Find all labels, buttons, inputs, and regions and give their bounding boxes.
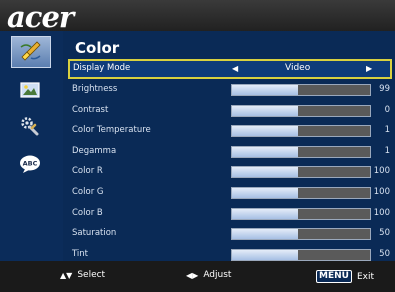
- slider-bar[interactable]: [231, 166, 371, 179]
- slider-fill: [232, 229, 299, 240]
- slider-fill: [232, 208, 299, 219]
- sidebar-item-color[interactable]: [11, 36, 51, 68]
- menu-row-label: Color G: [72, 187, 104, 197]
- acer-logo: acer: [7, 0, 74, 34]
- menu-row[interactable]: Contrast 0: [68, 101, 392, 121]
- language-abc-icon: ABC: [19, 154, 41, 178]
- menu-row-value: 100: [373, 187, 390, 197]
- menu-row-label: Contrast: [72, 104, 109, 115]
- adjust-hint: Adjust: [203, 270, 232, 280]
- menu-row-label: Color Temperature: [72, 125, 151, 136]
- slider-bar[interactable]: [231, 187, 371, 199]
- slider-bar[interactable]: [231, 228, 371, 241]
- slider-fill: [232, 146, 299, 157]
- menu-row-value: 99: [379, 84, 390, 94]
- menu-row-value: 50: [379, 248, 390, 259]
- menu-row[interactable]: Degamma 1: [68, 142, 392, 162]
- select-hint: Select: [77, 270, 106, 280]
- menu-key-icon: MENU: [316, 270, 352, 283]
- slider-bar[interactable]: [231, 125, 371, 138]
- menu-row-label: Brightness: [72, 84, 118, 94]
- sidebar-item-management[interactable]: [11, 113, 49, 143]
- menu-row-value: 1: [384, 125, 390, 136]
- menu-row-label: Tint: [72, 248, 89, 259]
- sidebar-item-language[interactable]: ABC: [11, 151, 49, 181]
- menu-row[interactable]: Color Temperature 1: [68, 121, 392, 141]
- display-mode-value: Video: [285, 63, 311, 73]
- menu-row[interactable]: Color G 100: [68, 183, 392, 203]
- slider-bar[interactable]: [231, 207, 371, 220]
- display-mode-label: Display Mode: [73, 63, 131, 73]
- menu-row-label: Color R: [72, 166, 103, 177]
- slider-bar[interactable]: [231, 248, 371, 261]
- osd-main-panel: Color Display Mode ◀ Video ▶ Brightness 9…: [63, 31, 395, 261]
- osd-sidebar: ABC: [0, 31, 63, 261]
- slider-bar[interactable]: [231, 84, 371, 96]
- menu-row[interactable]: Color R 100: [68, 162, 392, 182]
- menu-row-value: 50: [379, 228, 390, 239]
- osd-footer: ▲▼ Select ◀▶ Adjust MENU Exit: [0, 261, 395, 292]
- menu-row[interactable]: Color B 100: [68, 204, 392, 224]
- slider-fill: [232, 249, 299, 260]
- color-pen-icon: [19, 39, 43, 65]
- left-right-arrows-icon: ◀▶: [186, 270, 199, 280]
- menu-row-label: Degamma: [72, 145, 117, 156]
- settings-tools-icon: [19, 115, 41, 141]
- menu-title: Color: [75, 39, 120, 57]
- slider-bar[interactable]: [231, 104, 371, 117]
- sidebar-item-image[interactable]: [11, 77, 49, 107]
- slider-bar[interactable]: [231, 145, 371, 158]
- display-mode-row[interactable]: Display Mode ◀ Video ▶: [68, 59, 392, 79]
- exit-hint: Exit: [356, 271, 374, 282]
- image-icon: [20, 82, 40, 102]
- menu-row-label: Color B: [72, 207, 103, 218]
- menu-row-value: 1: [384, 145, 390, 156]
- up-down-arrows-icon: ▲▼: [60, 270, 73, 280]
- menu-row-value: 100: [373, 166, 390, 177]
- arrow-right-icon[interactable]: ▶: [366, 64, 372, 73]
- slider-fill: [232, 105, 299, 116]
- menu-row[interactable]: Brightness 99: [68, 80, 392, 100]
- menu-row-value: 100: [373, 207, 390, 218]
- projector-osd: acer ABC Color Display Mode ◀ Video ▶ Br…: [0, 0, 395, 292]
- arrow-left-icon[interactable]: ◀: [232, 64, 238, 73]
- slider-fill: [232, 126, 299, 137]
- slider-fill: [232, 167, 299, 178]
- menu-row-value: 0: [384, 104, 390, 115]
- menu-row-label: Saturation: [72, 228, 117, 239]
- slider-fill: [232, 85, 299, 95]
- svg-text:ABC: ABC: [23, 160, 38, 168]
- slider-fill: [232, 188, 299, 198]
- menu-row[interactable]: Saturation 50: [68, 224, 392, 244]
